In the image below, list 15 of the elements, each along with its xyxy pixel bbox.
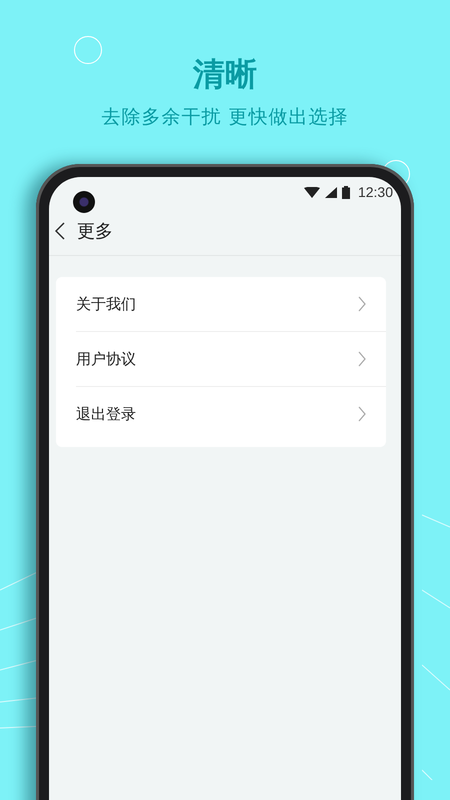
chevron-right-icon [358,296,366,312]
camera-icon [73,191,95,213]
chevron-right-icon [358,351,366,367]
back-icon[interactable] [55,222,65,240]
status-time: 12:30 [358,184,393,200]
menu-item[interactable]: 用户协议 [76,332,386,387]
subtitle: 去除多余干扰 更快做出选择 [101,105,349,130]
chevron-right-icon [358,406,366,422]
menu-item[interactable]: 关于我们 [76,277,386,332]
menu-item[interactable]: 退出登录 [76,387,386,441]
headline: 清晰 [193,54,257,95]
wifi-icon [304,186,320,198]
nav-title: 更多 [77,220,113,243]
battery-icon [342,186,350,198]
signal-icon [324,186,337,198]
